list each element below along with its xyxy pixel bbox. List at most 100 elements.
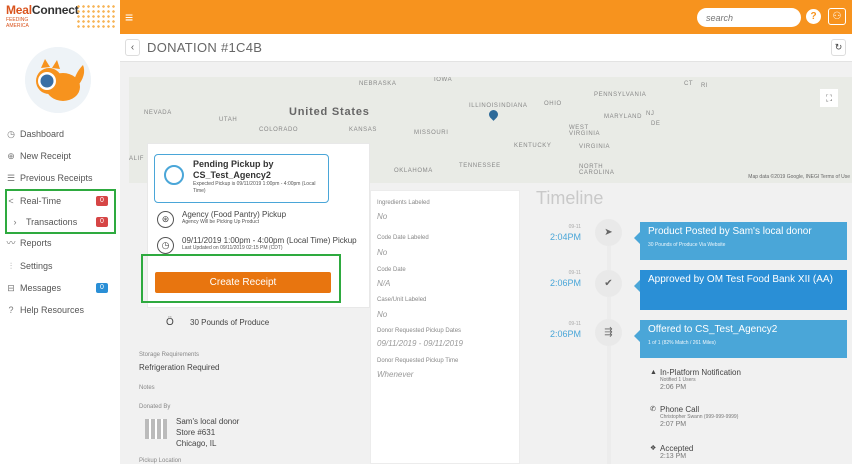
sidebar-item-previous-receipts[interactable]: ☰ Previous Receipts — [0, 168, 120, 188]
clock-icon: ◷ — [157, 237, 174, 254]
map-label: MISSOURI — [414, 130, 449, 136]
pickup-time-sub: Last Updated on 09/11/2019 02:15 PM (CDT… — [182, 245, 283, 251]
detail-label: Code Date — [377, 267, 406, 273]
map-label: CT — [684, 81, 694, 87]
refresh-button[interactable]: ↻ — [831, 39, 846, 56]
logo-sub-b: AMERICA — [6, 23, 29, 29]
pending-sub: Expected Pickup is 09/11/2019 1:00pm - 4… — [193, 181, 316, 194]
mealconnect-logo[interactable]: MealConnect FEEDING AMERICA — [0, 0, 120, 34]
logo-name-b: Connect — [31, 3, 79, 17]
notification-time: 2:06 PM — [660, 384, 687, 391]
map-label: MARYLAND — [604, 114, 643, 120]
detail-value: No — [377, 212, 388, 221]
logo-dots — [76, 4, 116, 30]
fullscreen-icon[interactable]: ⛶ — [820, 89, 838, 107]
map-label: ILLINOIS — [469, 103, 499, 109]
sidebar-item-settings[interactable]: ⫶ Settings — [0, 256, 120, 276]
inbox-icon: ⊟ — [7, 283, 15, 293]
map-attribution[interactable]: Map data ©2019 Google, INEGI Terms of Us… — [748, 174, 850, 180]
steering-wheel-icon: ⊛ — [157, 211, 174, 228]
details-panel — [370, 190, 520, 464]
donor-store: Store #631 — [176, 428, 216, 437]
clock-icon — [164, 165, 184, 185]
notification-time: 2:07 PM — [660, 421, 687, 428]
map-label: UTAH — [219, 117, 238, 123]
map-label: NORTH CAROLINA — [579, 164, 615, 176]
handshake-icon: ❖ — [650, 445, 657, 452]
sidebar-item-label: Messages — [20, 283, 62, 293]
detail-value: 09/11/2019 - 09/11/2019 — [377, 339, 463, 348]
chart-line-icon: 〰 — [6, 238, 16, 248]
map-label: NEVADA — [144, 110, 172, 116]
storage-value: Refrigeration Required — [139, 363, 220, 372]
timeline-date: 09-11 — [568, 321, 581, 327]
bell-icon: ▲ — [650, 369, 657, 376]
sidebar-item-label: Settings — [20, 261, 53, 271]
notification-title: Accepted — [660, 444, 694, 453]
detail-label: Donor Requested Pickup Time — [377, 358, 459, 364]
check-icon: ✔ — [595, 270, 622, 297]
question-circle-icon: ? — [8, 305, 14, 315]
detail-label: Donor Requested Pickup Dates — [377, 328, 462, 334]
pending-pickup-box: Pending Pickup by CS_Test_Agency2 Expect… — [154, 154, 329, 203]
hamburger-menu-icon[interactable]: ≡ — [125, 9, 133, 25]
timeline-card: Offered to CS_Test_Agency2 1 of 1 (82% M… — [634, 320, 847, 358]
send-icon: ➤ — [595, 219, 622, 246]
sidebar-item-dashboard[interactable]: ◷ Dashboard — [0, 124, 120, 144]
back-button[interactable]: ‹ — [125, 39, 140, 56]
map-label: OKLAHOMA — [394, 168, 433, 174]
timeline-time: 2:06PM — [549, 329, 581, 339]
sidebar: ◷ Dashboard ⊕ New Receipt ☰ Previous Receip… — [0, 34, 120, 464]
timeline-card: Product Posted by Sam's local donor 30 P… — [634, 222, 847, 260]
pending-title: Pending Pickup by CS_Test_Agency2 — [193, 159, 274, 180]
agency-title: Agency (Food Pantry) Pickup — [182, 210, 287, 219]
map-label: KENTUCKY — [514, 143, 552, 149]
apple-icon: Ö — [166, 317, 174, 328]
sidebar-item-label: Reports — [20, 238, 52, 248]
map-label: VIRGINIA — [579, 144, 611, 150]
sidebar-item-reports[interactable]: 〰 Reports — [0, 233, 120, 253]
donor-city: Chicago, IL — [176, 439, 217, 448]
sidebar-item-help-resources[interactable]: ? Help Resources — [0, 300, 120, 320]
notification-time: 2:13 PM — [660, 453, 687, 460]
map-label: INDIANA — [499, 103, 528, 109]
sidebar-item-label: Help Resources — [20, 305, 85, 315]
timeline-card: Approved by OM Test Food Bank XII (AA) — [634, 270, 847, 310]
detail-value: No — [377, 310, 388, 319]
page-title: DONATION #1C4B — [147, 40, 263, 55]
building-icon — [145, 419, 167, 439]
sidebar-item-new-receipt[interactable]: ⊕ New Receipt — [0, 146, 120, 166]
map-label: COLORADO — [259, 127, 299, 133]
timeline-date: 09-11 — [568, 224, 581, 230]
phone-icon: ✆ — [650, 406, 656, 413]
map-label: NEBRASKA — [359, 81, 397, 87]
map-label: NJ — [646, 111, 655, 117]
pickup-location-label: Pickup Location — [139, 458, 182, 464]
title-bar: ‹ DONATION #1C4B ↻ — [120, 34, 852, 62]
list-icon: ☰ — [6, 173, 16, 183]
green-highlight-sidebar — [5, 189, 116, 234]
notification-phone-call: ✆ Phone Call Christopher Swann (999-999-… — [650, 405, 738, 428]
notification-sub: Christopher Swann (999-999-9999) — [660, 414, 739, 420]
timeline-card-title: Offered to CS_Test_Agency2 — [648, 324, 778, 335]
timeline-card-title: Approved by OM Test Food Bank XII (AA) — [648, 274, 833, 285]
user-icon[interactable]: ⚇ — [828, 8, 846, 25]
messages-badge: 0 — [96, 283, 108, 293]
map-label: KANSAS — [349, 127, 377, 133]
search-input[interactable] — [697, 8, 801, 27]
map-pin-icon[interactable] — [487, 108, 500, 121]
map-label: WEST VIRGINIA — [569, 125, 601, 137]
notification-in-platform: ▲ In-Platform Notification Notified 1 Us… — [650, 368, 741, 391]
sliders-icon: ⫶ — [9, 261, 13, 271]
map-label: RI — [701, 83, 709, 89]
storage-label: Storage Requirements — [139, 352, 200, 358]
sidebar-item-messages[interactable]: ⊟ Messages 0 — [0, 278, 120, 298]
logo-name-a: Meal — [6, 3, 32, 17]
sidebar-item-label: Dashboard — [20, 129, 65, 139]
timeline-card-title: Product Posted by Sam's local donor — [648, 226, 812, 237]
map-label: IOWA — [434, 77, 453, 83]
help-icon[interactable]: ? — [806, 9, 821, 24]
notes-label: Notes — [139, 385, 155, 391]
map-label: ALIF — [129, 156, 145, 162]
clock-icon: ◷ — [7, 129, 15, 139]
